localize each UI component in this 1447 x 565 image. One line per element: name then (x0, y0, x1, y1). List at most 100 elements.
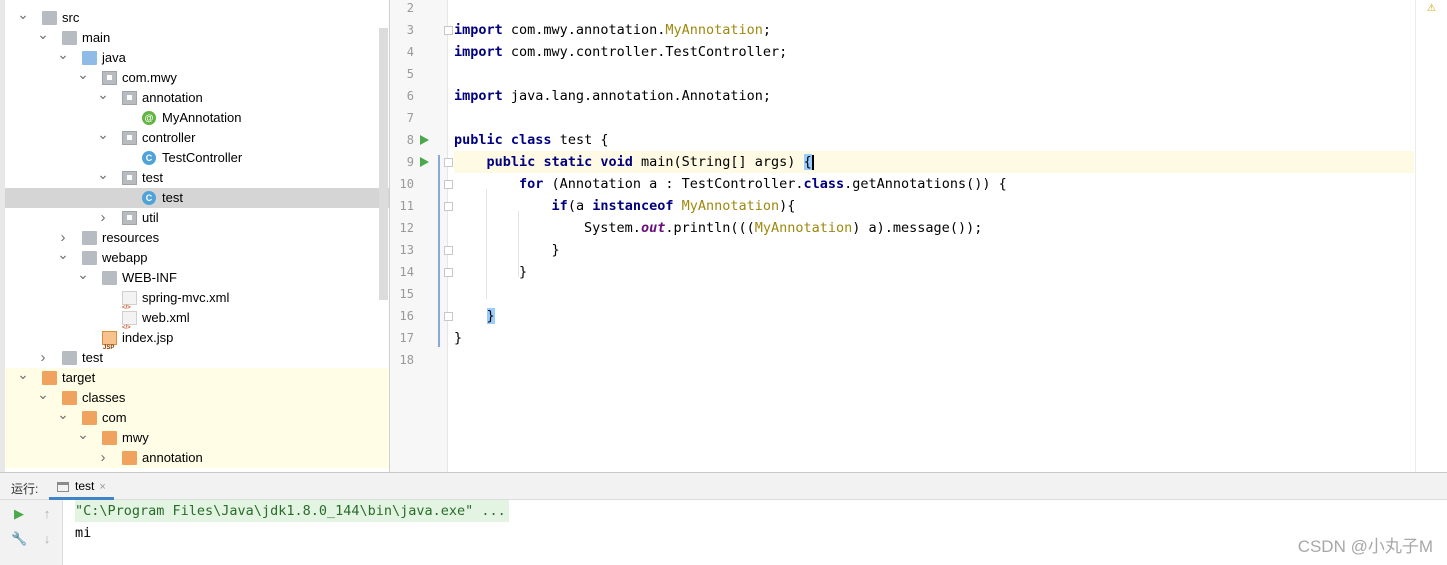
code-line[interactable]: for (Annotation a : TestController.class… (454, 173, 1414, 195)
chevron-right-icon[interactable]: › (97, 208, 109, 228)
code-line[interactable] (454, 107, 1414, 129)
fold-marker-icon[interactable] (444, 202, 453, 211)
fold-marker-icon[interactable] (444, 26, 453, 35)
tree-item[interactable]: ⌄ target (5, 367, 389, 388)
code-line[interactable]: import com.mwy.annotation.MyAnnotation; (454, 19, 1414, 41)
run-side-toolbar: ▶ ↑ 🔧 ↓ (0, 500, 63, 565)
fold-marker-icon[interactable] (444, 312, 453, 321)
tree-item[interactable]: web.xml (5, 308, 389, 338)
wrench-icon[interactable]: 🔧 (11, 531, 27, 547)
fold-marker-icon[interactable] (444, 246, 453, 255)
editor-right-stripe (1415, 0, 1447, 472)
tree-item[interactable]: ⌄ java (5, 47, 389, 68)
tree-item[interactable]: ⌄ com.mwy (5, 67, 389, 88)
text-caret (811, 154, 814, 170)
chevron-down-icon[interactable]: ⌄ (57, 407, 69, 428)
tree-item[interactable]: C TestController (5, 148, 389, 168)
tree-item[interactable]: index.jsp (5, 328, 389, 358)
code-line[interactable] (454, 349, 1414, 371)
run-toolbar: 运行: test × (0, 472, 1447, 500)
chevron-right-icon[interactable]: › (37, 348, 49, 368)
chevron-right-icon[interactable]: › (57, 228, 69, 248)
line-number: 15 (399, 287, 414, 301)
tree-item-label: test (82, 350, 103, 365)
tree-item[interactable]: › annotation (5, 448, 389, 468)
tree-item[interactable]: ⌄ test (5, 167, 389, 188)
code-line[interactable]: } (454, 305, 1414, 327)
tree-item[interactable]: ⌄ annotation (5, 87, 389, 108)
jsp-file-icon (102, 331, 117, 358)
code-line[interactable] (454, 63, 1414, 85)
fold-marker-icon[interactable] (444, 180, 453, 189)
chevron-down-icon[interactable]: ⌄ (17, 367, 29, 388)
tree-item[interactable]: ⌄ mwy (5, 427, 389, 448)
run-tab-test[interactable]: test × (49, 473, 114, 500)
code-line[interactable]: import com.mwy.controller.TestController… (454, 41, 1414, 63)
line-number: 12 (399, 221, 414, 235)
chevron-down-icon[interactable]: ⌄ (77, 267, 89, 288)
code-line[interactable] (454, 0, 1414, 19)
warning-icon[interactable]: ⚠ (1427, 3, 1436, 14)
code-line[interactable]: import java.lang.annotation.Annotation; (454, 85, 1414, 107)
console-line-command: "C:\Program Files\Java\jdk1.8.0_144\bin\… (75, 500, 509, 522)
code-editor[interactable]: 2 3 4 5 6 7 8 9 10 11 12 13 14 15 16 17 18 import com.mw… (390, 0, 1447, 472)
folder-orange-icon (62, 391, 77, 405)
chevron-down-icon[interactable]: ⌄ (37, 27, 49, 48)
chevron-down-icon[interactable]: ⌄ (97, 127, 109, 148)
folder-orange-icon (82, 411, 97, 425)
up-arrow-icon[interactable]: ↑ (39, 506, 55, 521)
line-number: 7 (406, 111, 414, 125)
run-gutter-icon[interactable] (420, 135, 429, 145)
xml-file-icon (122, 291, 137, 318)
tree-item[interactable]: ⌄ webapp (5, 247, 389, 268)
tree-scrollbar[interactable] (379, 28, 388, 300)
tree-item-label: main (82, 30, 111, 45)
folder-gray-icon (42, 11, 57, 25)
code-line[interactable]: } (454, 261, 1414, 283)
line-number: 6 (406, 89, 414, 103)
run-gutter-icon[interactable] (420, 157, 429, 167)
code-line[interactable]: } (454, 239, 1414, 261)
tree-item[interactable]: › resources (5, 228, 389, 248)
line-number: 9 (406, 155, 414, 169)
class-icon: C (142, 151, 156, 165)
chevron-down-icon[interactable]: ⌄ (57, 247, 69, 268)
tree-item[interactable]: Ctest (5, 188, 389, 208)
chevron-down-icon[interactable]: ⌄ (57, 47, 69, 68)
tree-item[interactable]: › util (5, 208, 389, 228)
code-line[interactable] (454, 283, 1414, 305)
code-line[interactable]: public static void main(String[] args) { (454, 151, 1414, 173)
chevron-down-icon[interactable]: ⌄ (17, 7, 29, 28)
console-output[interactable]: "C:\Program Files\Java\jdk1.8.0_144\bin\… (63, 500, 1447, 565)
tree-item-label: src (62, 10, 80, 25)
tree-item[interactable]: ⌄ classes (5, 387, 389, 408)
chevron-right-icon[interactable]: › (97, 448, 109, 468)
code-line[interactable]: } (454, 327, 1414, 349)
chevron-down-icon[interactable]: ⌄ (77, 67, 89, 88)
fold-marker-icon[interactable] (444, 158, 453, 167)
watermark: CSDN @小丸子M (1297, 537, 1433, 556)
rerun-icon[interactable]: ▶ (11, 506, 27, 522)
tree-item[interactable]: @ MyAnnotation (5, 108, 389, 128)
line-number: 16 (399, 309, 414, 323)
chevron-down-icon[interactable]: ⌄ (97, 87, 109, 108)
close-icon[interactable]: × (99, 481, 105, 493)
tree-item[interactable]: › test (5, 348, 389, 368)
down-arrow-icon[interactable]: ↓ (39, 531, 55, 546)
folder-blue-icon (82, 51, 97, 65)
fold-marker-icon[interactable] (444, 268, 453, 277)
chevron-down-icon[interactable]: ⌄ (77, 427, 89, 448)
code-line[interactable]: public class test { (454, 129, 1414, 151)
code-line[interactable]: if(a instanceof MyAnnotation){ (454, 195, 1414, 217)
chevron-down-icon[interactable]: ⌄ (97, 167, 109, 188)
tree-item[interactable]: ⌄ src (5, 7, 389, 28)
tree-item[interactable]: spring-mvc.xml (5, 288, 389, 318)
tree-item[interactable]: ⌄ main (5, 27, 389, 48)
chevron-down-icon[interactable]: ⌄ (37, 387, 49, 408)
tree-item[interactable]: ⌄ com (5, 407, 389, 428)
code-line[interactable]: System.out.println(((MyAnnotation) a).me… (454, 217, 1414, 239)
tree-item[interactable]: ⌄ WEB-INF (5, 267, 389, 288)
xml-file-icon (122, 311, 137, 338)
tree-item-label: mwy (122, 430, 149, 445)
tree-item[interactable]: ⌄ controller (5, 127, 389, 148)
